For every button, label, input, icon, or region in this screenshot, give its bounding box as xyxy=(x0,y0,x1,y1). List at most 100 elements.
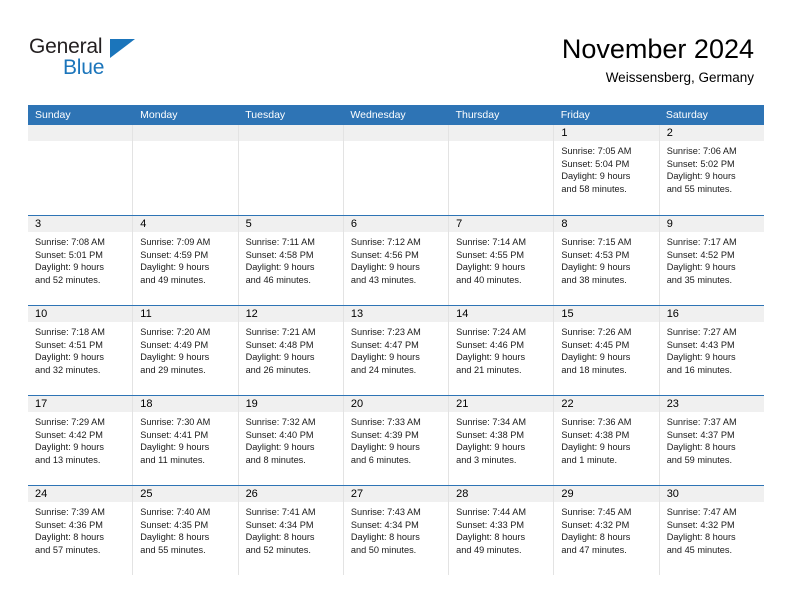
day-cell[interactable]: 6 Sunrise: 7:12 AM Sunset: 4:56 PM Daylight… xyxy=(342,216,449,305)
sunset-text: Sunset: 4:41 PM xyxy=(140,429,209,440)
day-cell[interactable]: 23 Sunrise: 7:37 AM Sunset: 4:37 PM Dayligh… xyxy=(658,396,764,485)
day-cell[interactable]: 21 Sunrise: 7:34 AM Sunset: 4:38 PM Dayligh… xyxy=(448,396,554,485)
day-number: 24 xyxy=(35,488,48,500)
daylight-text-line1: Daylight: 8 hours xyxy=(350,532,420,543)
daylight-text-line2: and 35 minutes. xyxy=(666,274,733,285)
sunrise-text: Sunrise: 7:15 AM xyxy=(561,237,632,247)
day-number: 4 xyxy=(140,218,147,230)
day-info: Sunrise: 7:29 AM Sunset: 4:42 PM Daylight:… xyxy=(28,412,132,466)
day-number-band: 5 xyxy=(238,216,343,232)
daylight-text-line2: and 16 minutes. xyxy=(666,364,733,375)
day-cell[interactable]: 30 Sunrise: 7:47 AM Sunset: 4:32 PM Dayligh… xyxy=(658,486,764,575)
day-cell[interactable]: 4 Sunrise: 7:09 AM Sunset: 4:59 PM Daylight… xyxy=(132,216,238,305)
day-number: 9 xyxy=(666,218,673,230)
daylight-text-line2: and 45 minutes. xyxy=(666,544,733,555)
sunrise-text: Sunrise: 7:32 AM xyxy=(245,417,316,427)
day-number-band: 17 xyxy=(28,396,133,412)
daylight-text-line1: Daylight: 9 hours xyxy=(666,171,736,182)
daylight-text-line1: Daylight: 9 hours xyxy=(35,352,104,363)
day-cell[interactable]: 29 Sunrise: 7:45 AM Sunset: 4:32 PM Dayligh… xyxy=(553,486,659,575)
day-cell[interactable]: 26 Sunrise: 7:41 AM Sunset: 4:34 PM Dayligh… xyxy=(237,486,343,575)
day-cell[interactable]: 27 Sunrise: 7:43 AM Sunset: 4:34 PM Dayligh… xyxy=(342,486,449,575)
calendar-week-row: 1 Sunrise: 7:05 AM Sunset: 5:04 PM Daylight… xyxy=(28,125,764,215)
sunrise-text: Sunrise: 7:14 AM xyxy=(456,237,527,247)
day-cell[interactable]: 14 Sunrise: 7:24 AM Sunset: 4:46 PM Dayligh… xyxy=(448,306,554,395)
sunset-text: Sunset: 4:34 PM xyxy=(350,519,419,530)
day-number-band: 19 xyxy=(238,396,343,412)
daylight-text-line1: Daylight: 9 hours xyxy=(561,171,631,182)
day-cell[interactable]: 10 Sunrise: 7:18 AM Sunset: 4:51 PM Dayligh… xyxy=(28,306,133,395)
daylight-text-line1: Daylight: 9 hours xyxy=(561,442,631,453)
weekday-header-monday: Monday xyxy=(140,109,178,121)
day-cell[interactable]: 25 Sunrise: 7:40 AM Sunset: 4:35 PM Dayligh… xyxy=(132,486,238,575)
sunrise-text: Sunrise: 7:05 AM xyxy=(561,146,632,156)
day-cell[interactable]: 11 Sunrise: 7:20 AM Sunset: 4:49 PM Dayligh… xyxy=(132,306,238,395)
daylight-text-line1: Daylight: 9 hours xyxy=(350,352,420,363)
day-cell[interactable]: 24 Sunrise: 7:39 AM Sunset: 4:36 PM Dayligh… xyxy=(28,486,133,575)
day-number: 25 xyxy=(140,488,153,500)
sunrise-text: Sunrise: 7:41 AM xyxy=(245,507,316,517)
day-cell[interactable]: 3 Sunrise: 7:08 AM Sunset: 5:01 PM Daylight… xyxy=(28,216,133,305)
sunset-text: Sunset: 4:58 PM xyxy=(245,249,314,260)
day-number-band: 26 xyxy=(238,486,343,502)
sunrise-text: Sunrise: 7:21 AM xyxy=(245,327,316,337)
day-info: Sunrise: 7:11 AM Sunset: 4:58 PM Daylight:… xyxy=(239,232,343,286)
day-cell[interactable]: 12 Sunrise: 7:21 AM Sunset: 4:48 PM Dayligh… xyxy=(237,306,343,395)
sunrise-text: Sunrise: 7:27 AM xyxy=(666,327,737,337)
day-info: Sunrise: 7:09 AM Sunset: 4:59 PM Daylight:… xyxy=(133,232,237,286)
day-cell[interactable]: 16 Sunrise: 7:27 AM Sunset: 4:43 PM Dayligh… xyxy=(658,306,764,395)
logo-text-blue: Blue xyxy=(63,56,105,79)
day-cell[interactable]: 20 Sunrise: 7:33 AM Sunset: 4:39 PM Dayligh… xyxy=(342,396,449,485)
day-cell[interactable]: 8 Sunrise: 7:15 AM Sunset: 4:53 PM Daylight… xyxy=(553,216,659,305)
daylight-text-line2: and 46 minutes. xyxy=(245,274,311,285)
day-info: Sunrise: 7:37 AM Sunset: 4:37 PM Daylight:… xyxy=(660,412,764,466)
day-cell[interactable]: 9 Sunrise: 7:17 AM Sunset: 4:52 PM Daylight… xyxy=(658,216,764,305)
weekday-header-row: Sunday Monday Tuesday Wednesday Thursday Frid… xyxy=(28,105,764,125)
day-cell[interactable]: 13 Sunrise: 7:23 AM Sunset: 4:47 PM Dayligh… xyxy=(342,306,449,395)
sunrise-text: Sunrise: 7:40 AM xyxy=(140,507,211,517)
day-number: 18 xyxy=(140,398,153,410)
daylight-text-line1: Daylight: 9 hours xyxy=(350,442,420,453)
daylight-text-line1: Daylight: 8 hours xyxy=(35,532,104,543)
day-cell[interactable]: 22 Sunrise: 7:36 AM Sunset: 4:38 PM Dayligh… xyxy=(553,396,659,485)
day-cell[interactable]: 28 Sunrise: 7:44 AM Sunset: 4:33 PM Dayligh… xyxy=(448,486,554,575)
calendar-week-row: 24 Sunrise: 7:39 AM Sunset: 4:36 PM Dayligh… xyxy=(28,485,764,575)
day-cell[interactable]: 15 Sunrise: 7:26 AM Sunset: 4:45 PM Dayligh… xyxy=(553,306,659,395)
sunrise-text: Sunrise: 7:39 AM xyxy=(35,507,105,517)
daylight-text-line2: and 55 minutes. xyxy=(140,544,206,555)
sunset-text: Sunset: 4:55 PM xyxy=(456,249,525,260)
daylight-text-line1: Daylight: 9 hours xyxy=(456,352,526,363)
day-number-band xyxy=(343,125,449,141)
sunset-text: Sunset: 4:38 PM xyxy=(456,429,525,440)
day-info: Sunrise: 7:12 AM Sunset: 4:56 PM Daylight:… xyxy=(344,232,448,286)
sunrise-text: Sunrise: 7:20 AM xyxy=(140,327,211,337)
day-cell[interactable]: 1 Sunrise: 7:05 AM Sunset: 5:04 PM Daylight… xyxy=(553,125,659,215)
day-cell[interactable]: 18 Sunrise: 7:30 AM Sunset: 4:41 PM Dayligh… xyxy=(132,396,238,485)
daylight-text-line2: and 11 minutes. xyxy=(140,454,205,465)
daylight-text-line1: Daylight: 9 hours xyxy=(666,262,736,273)
day-cell[interactable]: 2 Sunrise: 7:06 AM Sunset: 5:02 PM Daylight… xyxy=(658,125,764,215)
day-info: Sunrise: 7:43 AM Sunset: 4:34 PM Daylight:… xyxy=(344,502,448,556)
day-number-band: 8 xyxy=(554,216,659,232)
day-number-band: 16 xyxy=(659,306,764,322)
day-number: 12 xyxy=(245,308,258,320)
day-info: Sunrise: 7:30 AM Sunset: 4:41 PM Daylight:… xyxy=(133,412,237,466)
sunset-text: Sunset: 4:51 PM xyxy=(35,339,103,350)
day-cell[interactable]: 7 Sunrise: 7:14 AM Sunset: 4:55 PM Daylight… xyxy=(448,216,554,305)
daylight-text-line1: Daylight: 8 hours xyxy=(666,442,736,453)
day-number: 15 xyxy=(561,308,574,320)
sunrise-text: Sunrise: 7:26 AM xyxy=(561,327,632,337)
day-number-band: 24 xyxy=(28,486,133,502)
day-info: Sunrise: 7:06 AM Sunset: 5:02 PM Daylight:… xyxy=(660,141,764,195)
day-info: Sunrise: 7:39 AM Sunset: 4:36 PM Daylight:… xyxy=(28,502,132,556)
sunset-text: Sunset: 4:33 PM xyxy=(456,519,525,530)
day-cell[interactable]: 5 Sunrise: 7:11 AM Sunset: 4:58 PM Daylight… xyxy=(237,216,343,305)
sunrise-text: Sunrise: 7:12 AM xyxy=(350,237,421,247)
daylight-text-line1: Daylight: 8 hours xyxy=(561,532,631,543)
daylight-text-line1: Daylight: 9 hours xyxy=(140,262,210,273)
day-cell[interactable]: 17 Sunrise: 7:29 AM Sunset: 4:42 PM Dayligh… xyxy=(28,396,133,485)
day-number: 26 xyxy=(245,488,258,500)
day-cell[interactable]: 19 Sunrise: 7:32 AM Sunset: 4:40 PM Dayligh… xyxy=(237,396,343,485)
day-number-band: 9 xyxy=(659,216,764,232)
calendar-week-row: 3 Sunrise: 7:08 AM Sunset: 5:01 PM Daylight… xyxy=(28,215,764,305)
